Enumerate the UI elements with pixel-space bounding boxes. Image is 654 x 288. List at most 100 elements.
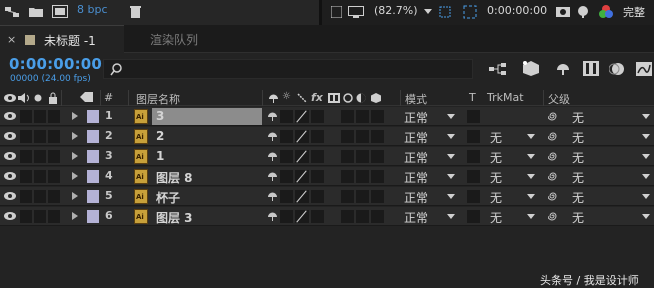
mode-dropdown-icon[interactable] bbox=[447, 114, 455, 119]
bit-depth-label[interactable]: 8 bpc bbox=[77, 3, 108, 16]
3d-layer-header-icon[interactable] bbox=[370, 92, 382, 104]
visibility-eye-icon[interactable] bbox=[3, 151, 17, 161]
expand-triangle-icon[interactable] bbox=[72, 172, 78, 180]
frame-blend-switch[interactable] bbox=[341, 150, 354, 163]
layer-row[interactable]: 1 3 正常 无 bbox=[0, 107, 654, 126]
shy-switch-icon[interactable] bbox=[267, 111, 278, 121]
expand-triangle-icon[interactable] bbox=[72, 112, 78, 120]
layer-name[interactable]: 3 bbox=[156, 109, 164, 123]
collapse-header-icon[interactable]: ☼ bbox=[282, 91, 291, 102]
video-eye-header-icon[interactable] bbox=[3, 93, 17, 103]
shy-switch-icon[interactable] bbox=[267, 211, 278, 221]
trash-icon[interactable] bbox=[130, 5, 141, 18]
lock-toggle[interactable] bbox=[48, 150, 60, 163]
mode-dropdown-icon[interactable] bbox=[447, 174, 455, 179]
frame-blend-switch[interactable] bbox=[341, 110, 354, 123]
tab-render-queue[interactable]: 渲染队列 bbox=[150, 31, 198, 48]
pick-whip-icon[interactable] bbox=[548, 190, 558, 202]
expand-triangle-icon[interactable] bbox=[72, 132, 78, 140]
label-color-swatch[interactable] bbox=[87, 190, 99, 203]
effects-switch[interactable] bbox=[311, 110, 324, 123]
visibility-eye-icon[interactable] bbox=[3, 111, 17, 121]
shy-header-icon[interactable] bbox=[268, 93, 279, 103]
zoom-level[interactable]: (82.7%) bbox=[374, 4, 418, 17]
viewer-timecode[interactable]: 0:00:00:00 bbox=[487, 4, 547, 17]
label-color-swatch[interactable] bbox=[87, 130, 99, 143]
frame-blending-icon[interactable] bbox=[583, 61, 599, 76]
collapse-switch[interactable] bbox=[280, 170, 293, 183]
layer-row[interactable]: 5 杯子 正常 无 无 bbox=[0, 187, 654, 206]
parent-dropdown-icon[interactable] bbox=[642, 114, 650, 119]
composition-icon[interactable] bbox=[52, 5, 68, 18]
preserve-transparency-toggle[interactable] bbox=[467, 130, 480, 143]
layer-name[interactable]: 图层 8 bbox=[156, 169, 193, 186]
quality-switch[interactable] bbox=[295, 150, 309, 163]
camera-icon[interactable] bbox=[556, 5, 570, 17]
pick-whip-icon[interactable] bbox=[548, 110, 558, 122]
motion-blur-switch[interactable] bbox=[356, 210, 369, 223]
3d-layer-switch[interactable] bbox=[371, 190, 384, 203]
parent-dropdown[interactable]: 无 bbox=[572, 129, 584, 146]
effects-switch[interactable] bbox=[311, 210, 324, 223]
solo-toggle[interactable] bbox=[34, 190, 46, 203]
expand-triangle-icon[interactable] bbox=[72, 212, 78, 220]
quality-switch[interactable] bbox=[295, 110, 309, 123]
audio-toggle[interactable] bbox=[20, 130, 32, 143]
lock-toggle[interactable] bbox=[48, 190, 60, 203]
trkmat-dropdown-icon[interactable] bbox=[527, 154, 535, 159]
mode-dropdown-icon[interactable] bbox=[447, 194, 455, 199]
folder-icon[interactable] bbox=[29, 6, 43, 18]
frame-blend-switch[interactable] bbox=[341, 210, 354, 223]
quality-switch[interactable] bbox=[295, 190, 309, 203]
pick-whip-icon[interactable] bbox=[548, 210, 558, 222]
show-snapshot-icon[interactable] bbox=[577, 5, 589, 18]
monitor-icon[interactable] bbox=[348, 6, 364, 18]
audio-toggle[interactable] bbox=[20, 190, 32, 203]
trkmat-dropdown[interactable]: 无 bbox=[490, 129, 502, 146]
audio-toggle[interactable] bbox=[20, 150, 32, 163]
color-channels-icon[interactable] bbox=[598, 4, 614, 19]
label-tag-header-icon[interactable] bbox=[80, 92, 94, 104]
label-color-swatch[interactable] bbox=[87, 150, 99, 163]
lock-toggle[interactable] bbox=[48, 170, 60, 183]
shy-switch-icon[interactable] bbox=[267, 171, 278, 181]
mode-dropdown-icon[interactable] bbox=[447, 154, 455, 159]
visibility-eye-icon[interactable] bbox=[3, 211, 17, 221]
quality-header-icon[interactable] bbox=[297, 93, 307, 103]
layer-row[interactable]: 6 图层 3 正常 无 无 bbox=[0, 207, 654, 226]
motion-blur-icon[interactable] bbox=[609, 61, 625, 76]
zoom-dropdown-icon[interactable] bbox=[424, 9, 432, 14]
flowchart-icon[interactable] bbox=[5, 6, 19, 18]
parent-dropdown-icon[interactable] bbox=[642, 134, 650, 139]
preserve-transparency-toggle[interactable] bbox=[467, 170, 480, 183]
shy-switch-icon[interactable] bbox=[267, 131, 278, 141]
motion-blur-header-icon[interactable] bbox=[343, 93, 353, 103]
audio-toggle[interactable] bbox=[20, 110, 32, 123]
layer-search-input[interactable] bbox=[103, 59, 473, 79]
effects-switch[interactable] bbox=[311, 170, 324, 183]
column-trkmat[interactable]: TrkMat bbox=[487, 91, 524, 104]
effects-switch[interactable] bbox=[311, 150, 324, 163]
frame-blend-header-icon[interactable] bbox=[328, 93, 340, 103]
tab-composition[interactable]: × 未标题 -1 bbox=[0, 25, 124, 53]
frame-blend-switch[interactable] bbox=[341, 130, 354, 143]
frame-blend-switch[interactable] bbox=[341, 190, 354, 203]
current-time-display[interactable]: 0:00:00:00 bbox=[9, 55, 102, 73]
layer-row[interactable]: 2 2 正常 无 无 bbox=[0, 127, 654, 146]
preserve-transparency-toggle[interactable] bbox=[467, 210, 480, 223]
grid-icon[interactable] bbox=[463, 5, 477, 19]
trkmat-dropdown[interactable]: 无 bbox=[490, 209, 502, 226]
collapse-switch[interactable] bbox=[280, 130, 293, 143]
frame-blend-switch[interactable] bbox=[341, 170, 354, 183]
parent-dropdown-icon[interactable] bbox=[642, 194, 650, 199]
mode-dropdown-icon[interactable] bbox=[447, 214, 455, 219]
visibility-eye-icon[interactable] bbox=[3, 171, 17, 181]
solo-toggle[interactable] bbox=[34, 150, 46, 163]
label-color-swatch[interactable] bbox=[87, 170, 99, 183]
preserve-transparency-toggle[interactable] bbox=[467, 110, 480, 123]
audio-header-icon[interactable] bbox=[18, 93, 30, 103]
layer-row[interactable]: 3 1 正常 无 无 bbox=[0, 147, 654, 166]
3d-layer-switch[interactable] bbox=[371, 150, 384, 163]
quality-switch[interactable] bbox=[295, 170, 309, 183]
motion-blur-switch[interactable] bbox=[356, 170, 369, 183]
